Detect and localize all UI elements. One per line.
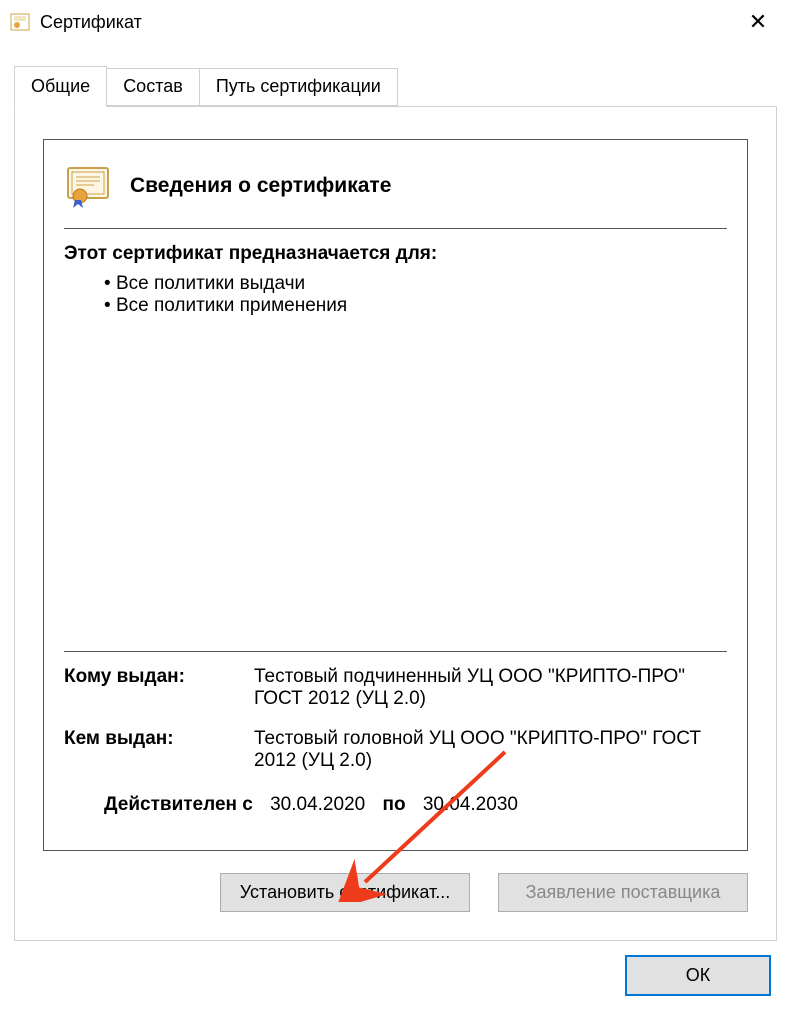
cert-info-heading: Сведения о сертификате [130,174,391,198]
tab-details[interactable]: Состав [106,68,200,106]
certificate-window: Сертификат ✕ Общие Состав Путь сертифика… [0,0,791,1014]
certificate-icon [64,162,112,210]
issued-to-value: Тестовый подчиненный УЦ ООО "КРИПТО-ПРО"… [254,666,727,710]
tab-strip: Общие Состав Путь сертификации [0,44,791,106]
titlebar: Сертификат ✕ [0,0,791,44]
issued-to-label: Кому выдан: [64,666,244,710]
valid-to-label: по [382,794,405,815]
divider [64,651,727,652]
window-title: Сертификат [40,12,735,33]
issued-by-value: Тестовый головной УЦ ООО "КРИПТО-ПРО" ГО… [254,728,727,772]
valid-from-value: 30.04.2020 [270,794,365,815]
ok-button[interactable]: ОК [625,955,771,996]
tab-cert-path[interactable]: Путь сертификации [199,68,398,106]
vendor-statement-button: Заявление поставщика [498,873,748,912]
issued-by-label: Кем выдан: [64,728,244,772]
purpose-item: Все политики выдачи [104,273,727,295]
close-button[interactable]: ✕ [735,9,781,35]
tab-general[interactable]: Общие [14,66,107,107]
certificate-info-box: Сведения о сертификате Этот сертификат п… [43,139,748,851]
certificate-app-icon [10,12,30,32]
divider [64,228,727,229]
tab-content-general: Сведения о сертификате Этот сертификат п… [14,106,777,941]
valid-from-label: Действителен с [104,794,253,815]
valid-to-value: 30.04.2030 [423,794,518,815]
purpose-title: Этот сертификат предназначается для: [64,243,727,265]
install-certificate-button[interactable]: Установить сертификат... [220,873,470,912]
purpose-list: Все политики выдачи Все политики примене… [64,273,727,317]
purpose-item: Все политики применения [104,295,727,317]
validity-line: Действителен с 30.04.2020 по 30.04.2030 [64,794,727,816]
